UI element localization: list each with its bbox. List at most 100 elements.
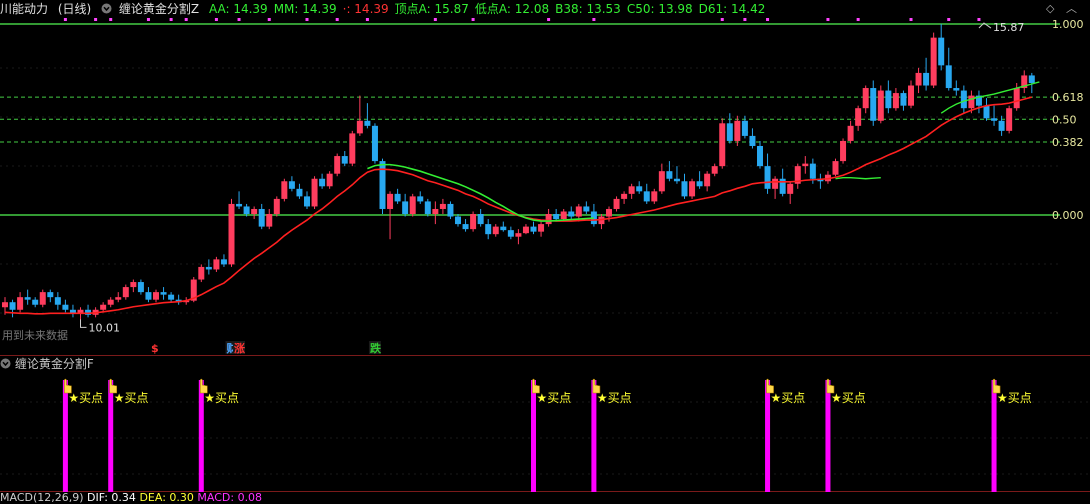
candle-body-68[interactable] — [515, 233, 522, 237]
candle-body-59[interactable] — [447, 203, 454, 217]
candle-body-81[interactable] — [613, 198, 620, 209]
candle-body-21[interactable] — [160, 292, 167, 295]
buy-signal-bar-4[interactable] — [591, 380, 597, 492]
candle-body-86[interactable] — [651, 191, 658, 202]
candle-body-30[interactable] — [228, 203, 235, 265]
candle-body-55[interactable] — [417, 196, 424, 202]
candle-body-27[interactable] — [205, 266, 212, 270]
candle-body-113[interactable] — [855, 108, 862, 126]
candle-body-14[interactable] — [107, 299, 114, 305]
main-price-chart[interactable]: 1.000 0.618 0.50 0.382 0.000 15.87 10.01 用到未来数据… — [0, 0, 1090, 356]
candle-body-118[interactable] — [892, 93, 899, 109]
candle-body-110[interactable] — [832, 161, 839, 175]
candle-body-17[interactable] — [130, 282, 137, 288]
candle-body-71[interactable] — [538, 224, 545, 232]
candle-body-92[interactable] — [696, 181, 703, 187]
candle-body-60[interactable] — [455, 216, 461, 225]
candle-body-39[interactable] — [296, 188, 303, 197]
candle-body-52[interactable] — [394, 193, 401, 202]
candle-body-16[interactable] — [122, 287, 129, 298]
candle-body-41[interactable] — [311, 178, 318, 207]
candle-body-100[interactable] — [757, 145, 763, 167]
candle-body-54[interactable] — [409, 196, 416, 215]
candle-body-82[interactable] — [621, 193, 628, 199]
candle-body-90[interactable] — [681, 181, 688, 197]
candle-body-58[interactable] — [439, 203, 446, 209]
candle-body-35[interactable] — [266, 214, 273, 227]
candle-body-132[interactable] — [998, 120, 1005, 131]
candle-body-104[interactable] — [787, 183, 794, 194]
candle-body-19[interactable] — [145, 292, 152, 300]
candle-body-4[interactable] — [32, 299, 39, 305]
candle-body-111[interactable] — [840, 140, 847, 162]
signal-panel[interactable]: ★买点 ★买点 ★买点 ★买点 ★买点 ★买点 ★买点 ★买点 — [0, 370, 1090, 492]
buy-signal-bar-3[interactable] — [531, 380, 536, 492]
candle-body-26[interactable] — [198, 266, 205, 280]
candle-body-80[interactable] — [606, 208, 612, 217]
candle-body-65[interactable] — [492, 226, 499, 235]
candle-body-53[interactable] — [402, 201, 409, 215]
candle-body-114[interactable] — [862, 88, 869, 109]
buy-signal-bar-7[interactable] — [991, 380, 997, 492]
candle-body-28[interactable] — [213, 259, 220, 270]
candle-body-40[interactable] — [304, 196, 310, 207]
candle-body-74[interactable] — [560, 211, 567, 220]
candle-body-98[interactable] — [741, 120, 748, 136]
candle-body-37[interactable] — [281, 181, 288, 199]
candle-body-102[interactable] — [772, 178, 779, 189]
candle-body-121[interactable] — [915, 72, 922, 86]
candle-body-44[interactable] — [334, 156, 341, 174]
candle-body-106[interactable] — [802, 163, 809, 167]
candle-body-33[interactable] — [251, 208, 258, 215]
candle-body-66[interactable] — [500, 226, 507, 231]
candle-body-93[interactable] — [704, 173, 711, 187]
candle-body-134[interactable] — [1013, 88, 1020, 109]
candle-body-0[interactable] — [2, 302, 8, 308]
candle-body-97[interactable] — [734, 120, 741, 141]
candle-body-8[interactable] — [62, 304, 69, 310]
candle-body-136[interactable] — [1028, 75, 1035, 83]
candle-body-31[interactable] — [236, 203, 243, 207]
candle-body-112[interactable] — [847, 125, 854, 141]
candle-body-63[interactable] — [477, 214, 484, 225]
buy-signal-bar-6[interactable] — [825, 380, 831, 492]
macd-title[interactable]: MACD(12,26,9) — [0, 491, 84, 504]
candle-body-64[interactable] — [485, 224, 492, 235]
buy-signal-bar-2[interactable] — [198, 380, 204, 492]
candle-body-32[interactable] — [243, 206, 250, 215]
candle-body-128[interactable] — [968, 95, 975, 109]
candle-body-133[interactable] — [1006, 108, 1013, 131]
candle-body-45[interactable] — [341, 156, 348, 164]
candle-body-7[interactable] — [54, 297, 61, 305]
candle-body-99[interactable] — [749, 135, 756, 146]
candle-body-107[interactable] — [809, 163, 816, 179]
candle-body-47[interactable] — [356, 120, 363, 134]
candle-body-43[interactable] — [326, 173, 333, 187]
candle-body-61[interactable] — [462, 224, 469, 230]
candle-body-62[interactable] — [470, 214, 477, 230]
candle-body-50[interactable] — [379, 161, 386, 209]
candle-body-125[interactable] — [945, 65, 952, 89]
candle-body-51[interactable] — [387, 193, 394, 209]
candle-body-117[interactable] — [885, 90, 892, 109]
candle-body-42[interactable] — [319, 178, 326, 187]
candle-body-5[interactable] — [39, 292, 46, 305]
candle-body-85[interactable] — [643, 191, 650, 202]
candle-body-91[interactable] — [689, 181, 696, 197]
candle-body-57[interactable] — [432, 208, 439, 215]
candle-body-49[interactable] — [371, 125, 378, 162]
candle-body-76[interactable] — [575, 206, 582, 217]
candle-body-18[interactable] — [137, 282, 144, 293]
candle-body-38[interactable] — [288, 181, 295, 189]
buy-signal-bar-0[interactable] — [62, 380, 68, 492]
candle-body-130[interactable] — [983, 105, 990, 119]
candle-body-123[interactable] — [930, 37, 937, 86]
candle-body-36[interactable] — [273, 198, 280, 215]
candle-body-83[interactable] — [628, 186, 635, 194]
candle-body-122[interactable] — [923, 72, 930, 86]
candle-body-6[interactable] — [47, 292, 54, 298]
candle-body-22[interactable] — [168, 294, 175, 300]
candle-body-15[interactable] — [115, 297, 122, 300]
candle-body-119[interactable] — [900, 93, 907, 106]
candle-body-67[interactable] — [507, 230, 514, 237]
